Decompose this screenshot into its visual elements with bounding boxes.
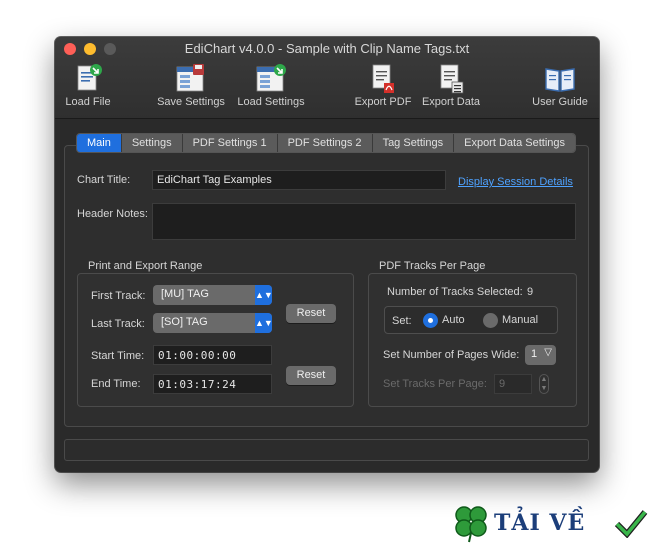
- save-settings-button[interactable]: Save Settings: [153, 63, 229, 108]
- watermark-logo: TẢI VỀ: [446, 503, 651, 543]
- tab-bar: Main Settings PDF Settings 1 PDF Setting…: [76, 133, 576, 153]
- tracks-per-page-label: Set Tracks Per Page:: [383, 378, 487, 390]
- app-window: EdiChart v4.0.0 - Sample with Clip Name …: [55, 37, 599, 472]
- num-tracks-selected-label: Number of Tracks Selected:: [387, 286, 523, 298]
- title-bar: EdiChart v4.0.0 - Sample with Clip Name …: [55, 37, 599, 119]
- load-settings-button[interactable]: Load Settings: [233, 63, 309, 108]
- chevron-down-icon: ▽: [544, 347, 552, 358]
- manual-radio-label: Manual: [502, 314, 539, 326]
- tracks-per-page-input[interactable]: 9: [494, 374, 532, 394]
- set-mode-label: Set:: [392, 315, 412, 327]
- user-guide-icon: [545, 68, 575, 92]
- tab-main[interactable]: Main: [77, 134, 122, 152]
- header-notes-label: Header Notes:: [77, 208, 148, 220]
- num-tracks-selected-value: 9: [527, 286, 534, 298]
- end-time-input[interactable]: 01:03:17:24: [153, 374, 272, 394]
- export-data-icon: [440, 64, 464, 94]
- chevron-updown-icon: ▲▼: [255, 285, 273, 305]
- last-track-label: Last Track:: [91, 318, 145, 330]
- user-guide-label: User Guide: [532, 96, 588, 108]
- export-data-label: Export Data: [421, 96, 481, 108]
- export-data-button[interactable]: Export Data: [418, 63, 484, 108]
- reset-tracks-button[interactable]: Reset: [286, 304, 336, 323]
- start-time-label: Start Time:: [91, 350, 145, 362]
- export-pdf-button[interactable]: Export PDF: [352, 63, 414, 108]
- display-session-details-link[interactable]: Display Session Details: [458, 176, 573, 188]
- checkmark-icon: [614, 510, 648, 538]
- tab-settings[interactable]: Settings: [121, 134, 183, 152]
- load-file-icon: [77, 64, 102, 91]
- print-export-range-title: Print and Export Range: [88, 260, 203, 272]
- tab-export-data-settings[interactable]: Export Data Settings: [454, 134, 575, 152]
- tab-tag-settings[interactable]: Tag Settings: [372, 134, 455, 152]
- watermark-text: TẢI VỀ: [494, 510, 586, 536]
- auto-radio-label: Auto: [442, 314, 465, 326]
- start-time-input[interactable]: 01:00:00:00: [153, 345, 272, 365]
- end-time-label: End Time:: [91, 378, 141, 390]
- window-title: EdiChart v4.0.0 - Sample with Clip Name …: [184, 41, 470, 56]
- tab-pdf-settings-1[interactable]: PDF Settings 1: [182, 134, 278, 152]
- save-settings-label: Save Settings: [157, 96, 225, 108]
- manual-radio[interactable]: [483, 313, 498, 328]
- header-notes-textarea[interactable]: [152, 203, 576, 240]
- tab-pdf-settings-2[interactable]: PDF Settings 2: [277, 134, 373, 152]
- load-file-button[interactable]: Load File: [64, 63, 112, 108]
- chart-title-input[interactable]: EdiChart Tag Examples: [152, 170, 446, 190]
- chevron-updown-icon: ▲▼: [255, 313, 273, 333]
- first-track-select[interactable]: [MU] TAG ▲▼: [153, 285, 273, 305]
- chart-title-label: Chart Title:: [77, 174, 131, 186]
- pdf-tracks-per-page-title: PDF Tracks Per Page: [379, 260, 486, 272]
- first-track-label: First Track:: [91, 290, 146, 302]
- auto-radio[interactable]: [423, 313, 438, 328]
- export-pdf-icon: [372, 64, 394, 93]
- last-track-value: [SO] TAG: [161, 316, 208, 328]
- load-settings-icon: [256, 64, 286, 92]
- user-guide-button[interactable]: User Guide: [529, 63, 591, 108]
- status-bar: [64, 439, 589, 461]
- pages-wide-value: 1: [531, 348, 538, 360]
- export-pdf-label: Export PDF: [354, 96, 412, 108]
- tracks-per-page-stepper[interactable]: ▲ ▼: [539, 374, 549, 394]
- load-settings-label: Load Settings: [237, 96, 305, 108]
- load-file-label: Load File: [65, 96, 111, 108]
- pages-wide-label: Set Number of Pages Wide:: [383, 349, 520, 361]
- clover-icon: [455, 506, 487, 543]
- last-track-select[interactable]: [SO] TAG ▲▼: [153, 313, 273, 333]
- reset-time-button[interactable]: Reset: [286, 366, 336, 385]
- first-track-value: [MU] TAG: [161, 288, 209, 300]
- save-settings-icon: [176, 64, 204, 92]
- pages-wide-select[interactable]: 1 ▽: [525, 345, 556, 365]
